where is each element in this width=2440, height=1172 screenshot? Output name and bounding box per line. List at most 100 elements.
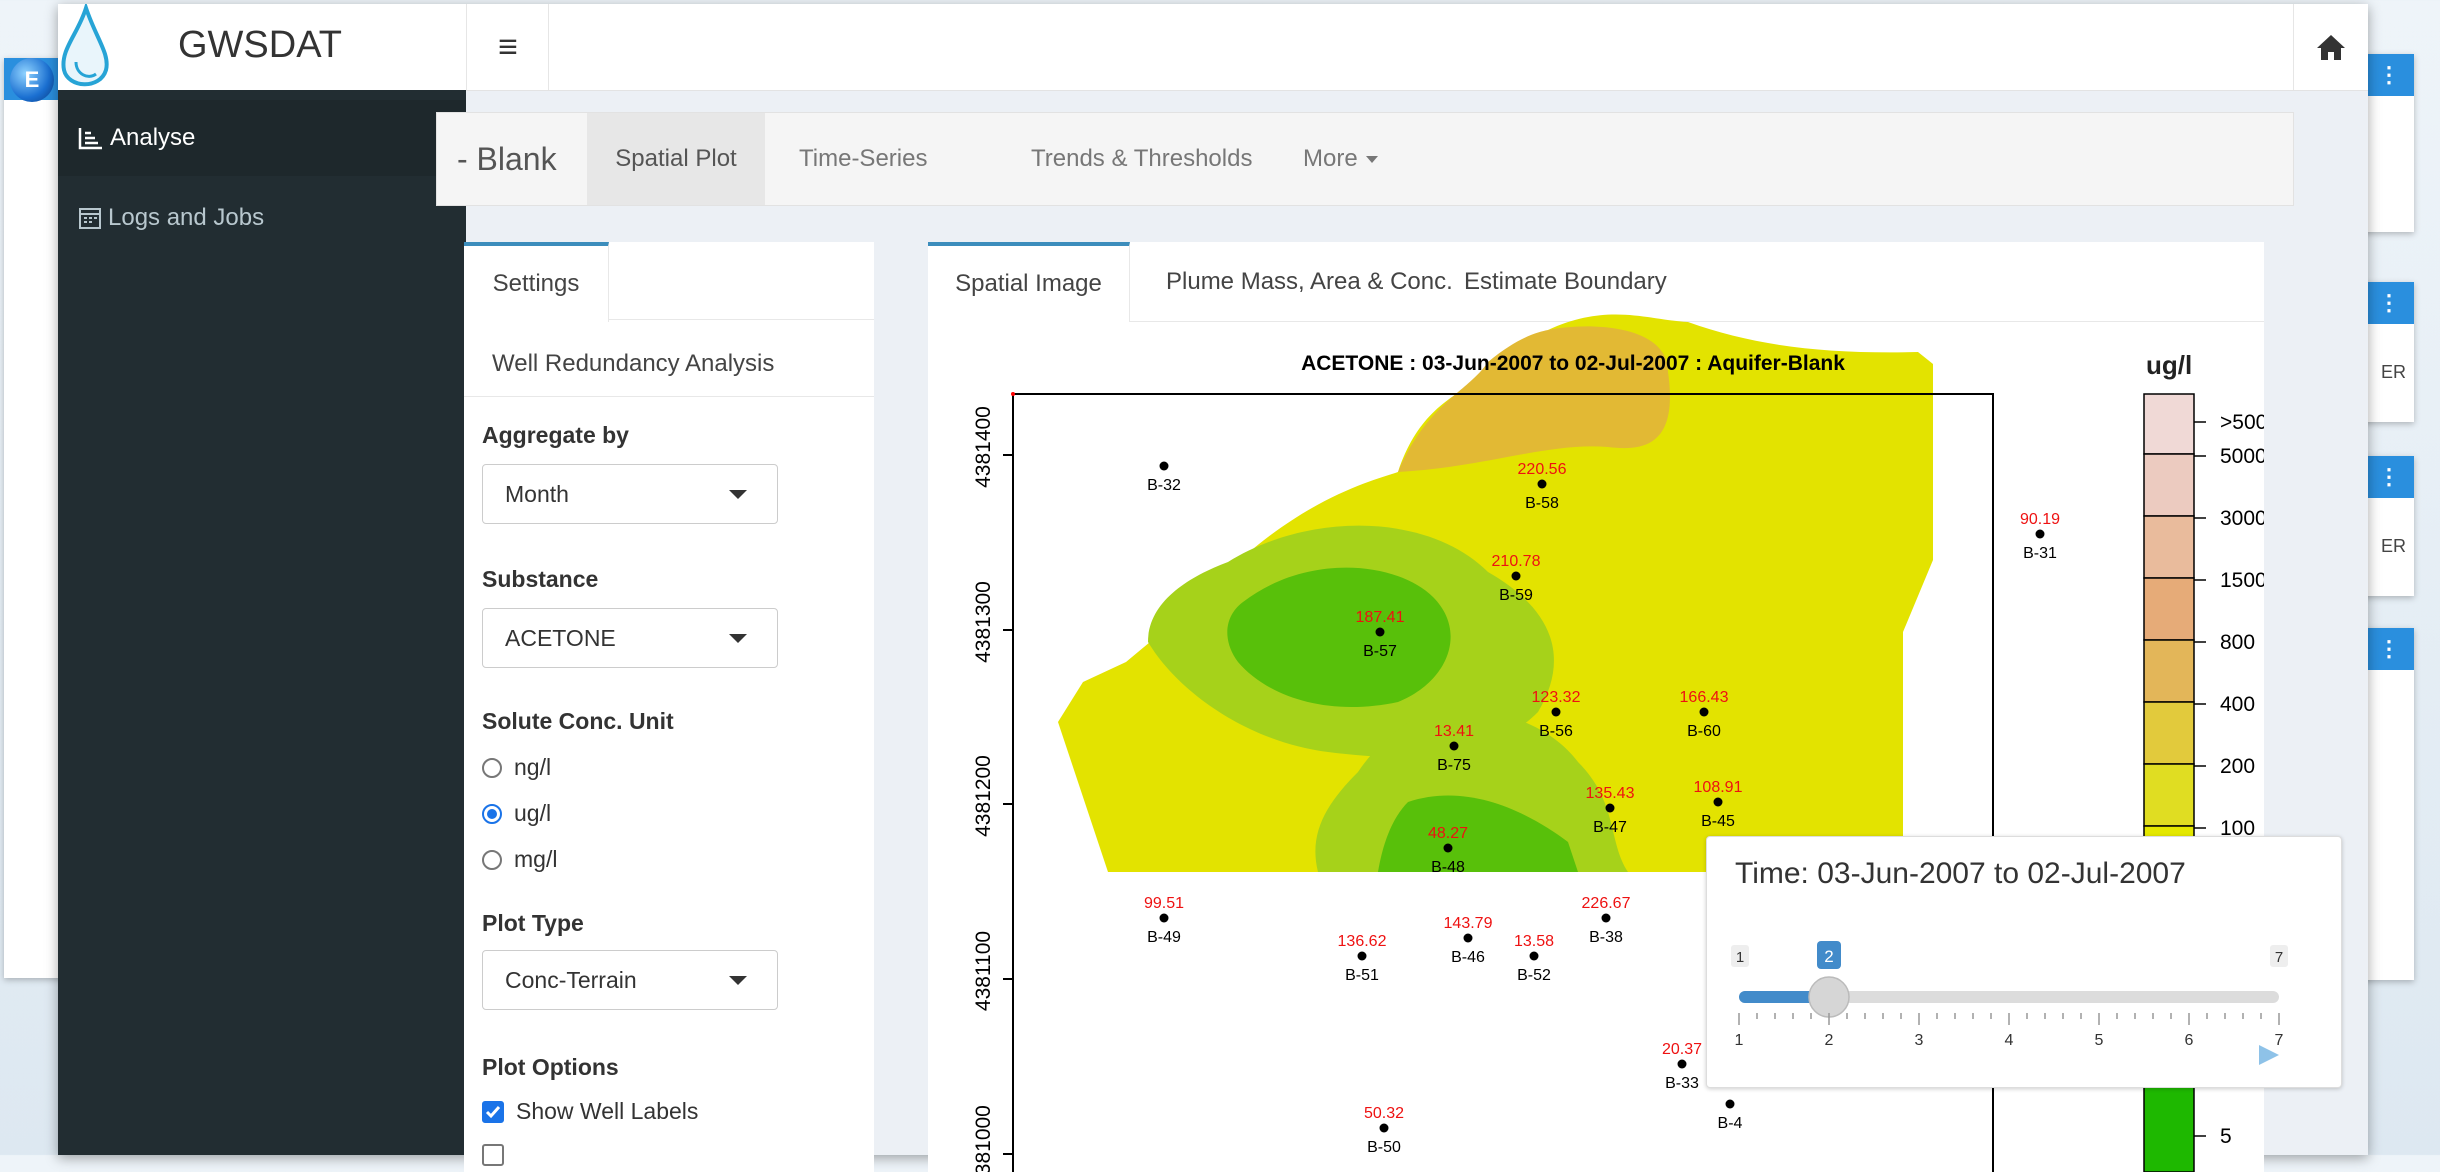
well-value-label: 20.37 — [1662, 1041, 1702, 1058]
checkbox[interactable] — [482, 1100, 504, 1123]
caret-down-icon — [1365, 155, 1378, 163]
well-value-label: 135.43 — [1586, 785, 1635, 802]
well-marker[interactable]: B-32 — [1147, 461, 1181, 495]
y-axis-tick-label: 4381400 — [972, 406, 995, 488]
plot-title: ACETONE : 03-Jun-2007 to 02-Jul-2007 : A… — [1301, 352, 1845, 375]
well-id-label: B-4 — [1718, 1115, 1743, 1132]
more-vertical-icon[interactable]: ⋮ — [2378, 290, 2400, 316]
well-marker[interactable]: B-4 — [1718, 1099, 1743, 1133]
tab-trends-thresholds[interactable]: Trends & Thresholds — [1031, 113, 1252, 205]
tab-spatial-plot[interactable]: Spatial Plot — [587, 113, 765, 205]
slider-max-label: 7 — [2275, 949, 2283, 966]
chart-line-icon — [78, 126, 104, 150]
sidebar-item-label: Analyse — [110, 124, 196, 151]
well-point — [1605, 803, 1615, 813]
time-slider-panel: Time: 03-Jun-2007 to 02-Jul-2007 1721234… — [1706, 836, 2342, 1088]
legend-label: 3000 — [2220, 507, 2264, 530]
well-point — [1537, 479, 1547, 489]
well-value-label: 143.79 — [1444, 915, 1493, 932]
substance-label: Substance — [482, 566, 599, 592]
well-marker[interactable]: B-50 50.32 — [1364, 1105, 1404, 1156]
logo-area: GWSDAT — [58, 4, 467, 90]
well-marker[interactable]: B-38 226.67 — [1582, 895, 1631, 946]
plot-type-value: Conc-Terrain — [505, 966, 637, 993]
time-slider[interactable]: 1 7 2 1 2 3 4 5 6 7 — [1707, 837, 2341, 1087]
substance-value: ACETONE — [505, 624, 616, 651]
well-id-label: B-33 — [1665, 1075, 1699, 1092]
radio-label: ng/l — [514, 754, 552, 780]
legend-swatch — [2143, 701, 2195, 765]
next-option-checkbox[interactable] — [482, 1144, 516, 1166]
well-id-label: B-47 — [1593, 819, 1627, 836]
well-marker[interactable]: B-33 20.37 — [1662, 1041, 1702, 1092]
sidebar-item-analyse[interactable]: Analyse — [58, 100, 466, 176]
tab-more-label: More — [1303, 145, 1358, 172]
tab-settings[interactable]: Settings — [464, 242, 609, 322]
well-point — [1699, 707, 1709, 717]
legend-swatch — [2143, 393, 2195, 455]
aggregate-select[interactable]: Month — [482, 464, 778, 524]
menu-toggle-button[interactable]: ≡ — [468, 4, 549, 90]
well-value-label: 187.41 — [1356, 609, 1405, 626]
legend-label: 400 — [2220, 693, 2255, 716]
unit-radio-ugl[interactable]: ug/l — [482, 800, 551, 827]
well-marker[interactable]: B-52 13.58 — [1514, 933, 1554, 984]
home-icon — [2317, 35, 2345, 60]
divider — [464, 396, 874, 397]
legend-label: 800 — [2220, 631, 2255, 654]
slider-value-label: 2 — [1824, 947, 1833, 966]
radio-button[interactable] — [482, 849, 502, 870]
slider-handle[interactable] — [1808, 976, 1850, 1018]
tab-more[interactable]: More — [1303, 113, 1378, 205]
caret-down-icon — [729, 634, 747, 643]
more-vertical-icon[interactable]: ⋮ — [2378, 464, 2400, 490]
well-marker[interactable]: B-51 136.62 — [1338, 933, 1387, 984]
substance-select[interactable]: ACETONE — [482, 608, 778, 668]
legend-label: 5 — [2220, 1125, 2232, 1148]
plot-type-select[interactable]: Conc-Terrain — [482, 950, 778, 1010]
legend-label: 200 — [2220, 755, 2255, 778]
checkbox[interactable] — [482, 1144, 504, 1166]
well-point — [1357, 951, 1367, 961]
tab-time-series[interactable]: Time-Series — [799, 113, 927, 205]
main-tabbar: - Blank Spatial Plot Time-Series Trends … — [436, 112, 2294, 206]
home-button[interactable] — [2293, 4, 2368, 90]
show-well-labels-checkbox[interactable]: Show Well Labels — [482, 1098, 698, 1125]
y-axis-tick-label: 4381300 — [972, 581, 995, 663]
radio-label: ug/l — [514, 800, 552, 826]
well-marker[interactable]: B-46 143.79 — [1444, 915, 1493, 966]
more-vertical-icon[interactable]: ⋮ — [2378, 636, 2400, 662]
plot-type-label: Plot Type — [482, 910, 584, 936]
brand-title: GWSDAT — [178, 24, 342, 66]
well-id-label: B-60 — [1687, 723, 1721, 740]
radio-button[interactable] — [482, 757, 502, 778]
sidebar-item-logs[interactable]: Logs and Jobs — [58, 180, 466, 256]
well-marker[interactable]: B-31 90.19 — [2020, 511, 2060, 562]
well-value-label: 48.27 — [1428, 825, 1468, 842]
well-point — [1713, 797, 1723, 807]
caret-down-icon — [729, 490, 747, 499]
legend-swatch — [2143, 763, 2195, 827]
legend-swatch — [2143, 639, 2195, 703]
well-value-label: 13.58 — [1514, 933, 1554, 950]
radio-button[interactable] — [482, 803, 502, 824]
well-point — [1449, 741, 1459, 751]
well-id-label: B-57 — [1363, 643, 1397, 660]
slider-tick-label: 4 — [2005, 1032, 2014, 1049]
tab-well-redundancy[interactable]: Well Redundancy Analysis — [492, 350, 774, 378]
legend-swatch — [2143, 515, 2195, 579]
unit-radio-mgl[interactable]: mg/l — [482, 846, 557, 873]
well-value-label: 108.91 — [1694, 779, 1743, 796]
well-point — [1529, 951, 1539, 961]
app-globe-icon: E — [10, 58, 54, 102]
well-point — [1379, 1123, 1389, 1133]
well-point — [1159, 461, 1169, 471]
slider-tick-label: 1 — [1735, 1032, 1744, 1049]
unit-radio-ngl[interactable]: ng/l — [482, 754, 551, 781]
well-marker[interactable]: B-49 99.51 — [1144, 895, 1184, 946]
aggregate-label: Aggregate by — [482, 422, 629, 448]
well-value-label: 123.32 — [1532, 689, 1581, 706]
well-id-label: B-48 — [1431, 859, 1465, 876]
more-vertical-icon[interactable]: ⋮ — [2378, 62, 2400, 88]
legend-title: ug/l — [2146, 350, 2193, 380]
